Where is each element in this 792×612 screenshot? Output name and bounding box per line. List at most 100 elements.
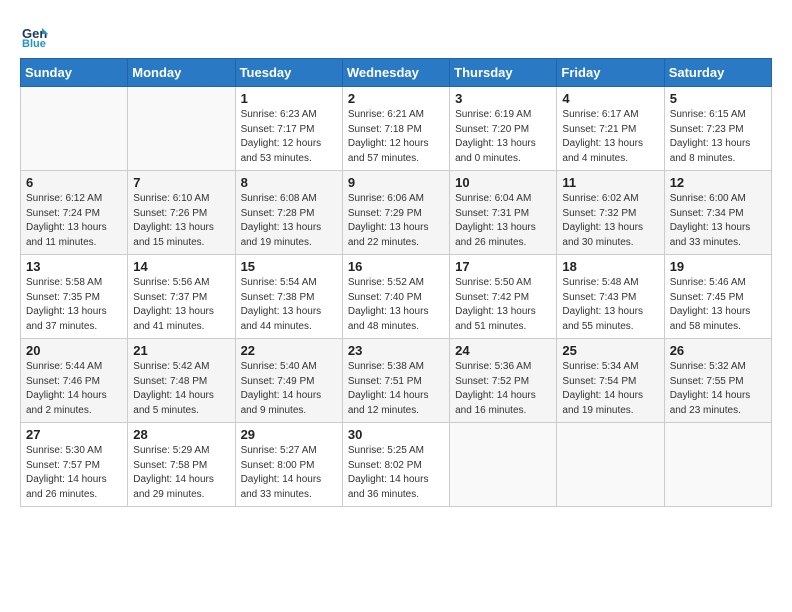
- day-info: Sunrise: 5:58 AM Sunset: 7:35 PM Dayligh…: [26, 276, 122, 334]
- day-number: 19: [670, 259, 766, 274]
- calendar-cell: 10 Sunrise: 6:04 AM Sunset: 7:31 PM Dayli…: [450, 171, 557, 255]
- day-info: Sunrise: 5:34 AM Sunset: 7:54 PM Dayligh…: [562, 360, 658, 418]
- weekday-header-saturday: Saturday: [664, 59, 771, 87]
- day-info: Sunrise: 5:46 AM Sunset: 7:45 PM Dayligh…: [670, 276, 766, 334]
- calendar-cell: 27 Sunrise: 5:30 AM Sunset: 7:57 PM Dayli…: [21, 423, 128, 507]
- calendar-table: SundayMondayTuesdayWednesdayThursdayFrid…: [20, 58, 772, 507]
- calendar-cell: 23 Sunrise: 5:38 AM Sunset: 7:51 PM Dayli…: [342, 339, 449, 423]
- calendar-cell: 30Sunrise: 5:25 AM Sunset: 8:02 PM Dayli…: [342, 423, 449, 507]
- day-info: Sunrise: 6:19 AM Sunset: 7:20 PM Dayligh…: [455, 108, 551, 166]
- day-number: 22: [241, 343, 337, 358]
- day-info: Sunrise: 6:02 AM Sunset: 7:32 PM Dayligh…: [562, 192, 658, 250]
- day-number: 6: [26, 175, 122, 190]
- day-number: 3: [455, 91, 551, 106]
- calendar-cell: [450, 423, 557, 507]
- calendar-cell: 12Sunrise: 6:00 AM Sunset: 7:34 PM Dayli…: [664, 171, 771, 255]
- day-info: Sunrise: 5:56 AM Sunset: 7:37 PM Dayligh…: [133, 276, 229, 334]
- weekday-header-monday: Monday: [128, 59, 235, 87]
- calendar-cell: 29Sunrise: 5:27 AM Sunset: 8:00 PM Dayli…: [235, 423, 342, 507]
- calendar-cell: 8Sunrise: 6:08 AM Sunset: 7:28 PM Daylig…: [235, 171, 342, 255]
- calendar-cell: 20Sunrise: 5:44 AM Sunset: 7:46 PM Dayli…: [21, 339, 128, 423]
- day-info: Sunrise: 6:08 AM Sunset: 7:28 PM Dayligh…: [241, 192, 337, 250]
- calendar-cell: 17 Sunrise: 5:50 AM Sunset: 7:42 PM Dayli…: [450, 255, 557, 339]
- day-info: Sunrise: 5:30 AM Sunset: 7:57 PM Dayligh…: [26, 444, 122, 502]
- calendar-cell: [664, 423, 771, 507]
- calendar-week-5: 27 Sunrise: 5:30 AM Sunset: 7:57 PM Dayli…: [21, 423, 772, 507]
- calendar-cell: 28 Sunrise: 5:29 AM Sunset: 7:58 PM Dayli…: [128, 423, 235, 507]
- calendar-cell: 5 Sunrise: 6:15 AM Sunset: 7:23 PM Daylig…: [664, 87, 771, 171]
- day-info: Sunrise: 5:54 AM Sunset: 7:38 PM Dayligh…: [241, 276, 337, 334]
- calendar-week-2: 6 Sunrise: 6:12 AM Sunset: 7:24 PM Daylig…: [21, 171, 772, 255]
- day-info: Sunrise: 6:17 AM Sunset: 7:21 PM Dayligh…: [562, 108, 658, 166]
- calendar-cell: 13 Sunrise: 5:58 AM Sunset: 7:35 PM Dayli…: [21, 255, 128, 339]
- day-info: Sunrise: 5:44 AM Sunset: 7:46 PM Dayligh…: [26, 360, 122, 418]
- day-number: 14: [133, 259, 229, 274]
- calendar-cell: 19 Sunrise: 5:46 AM Sunset: 7:45 PM Dayli…: [664, 255, 771, 339]
- page-header: General Blue: [20, 20, 772, 48]
- day-number: 1: [241, 91, 337, 106]
- day-number: 17: [455, 259, 551, 274]
- day-info: Sunrise: 5:50 AM Sunset: 7:42 PM Dayligh…: [455, 276, 551, 334]
- day-info: Sunrise: 5:38 AM Sunset: 7:51 PM Dayligh…: [348, 360, 444, 418]
- calendar-cell: [557, 423, 664, 507]
- logo-icon: General Blue: [20, 20, 48, 48]
- calendar-week-4: 20Sunrise: 5:44 AM Sunset: 7:46 PM Dayli…: [21, 339, 772, 423]
- day-number: 9: [348, 175, 444, 190]
- weekday-header-wednesday: Wednesday: [342, 59, 449, 87]
- calendar-cell: 6 Sunrise: 6:12 AM Sunset: 7:24 PM Daylig…: [21, 171, 128, 255]
- calendar-cell: 7 Sunrise: 6:10 AM Sunset: 7:26 PM Daylig…: [128, 171, 235, 255]
- calendar-cell: 9 Sunrise: 6:06 AM Sunset: 7:29 PM Daylig…: [342, 171, 449, 255]
- day-number: 23: [348, 343, 444, 358]
- day-info: Sunrise: 6:12 AM Sunset: 7:24 PM Dayligh…: [26, 192, 122, 250]
- calendar-cell: [128, 87, 235, 171]
- calendar-week-1: 1 Sunrise: 6:23 AM Sunset: 7:17 PM Daylig…: [21, 87, 772, 171]
- day-info: Sunrise: 6:15 AM Sunset: 7:23 PM Dayligh…: [670, 108, 766, 166]
- calendar-cell: 14 Sunrise: 5:56 AM Sunset: 7:37 PM Dayli…: [128, 255, 235, 339]
- svg-text:Blue: Blue: [22, 38, 46, 48]
- day-info: Sunrise: 5:52 AM Sunset: 7:40 PM Dayligh…: [348, 276, 444, 334]
- day-number: 18: [562, 259, 658, 274]
- calendar-cell: 4 Sunrise: 6:17 AM Sunset: 7:21 PM Daylig…: [557, 87, 664, 171]
- calendar-cell: 21Sunrise: 5:42 AM Sunset: 7:48 PM Dayli…: [128, 339, 235, 423]
- day-number: 7: [133, 175, 229, 190]
- day-info: Sunrise: 5:29 AM Sunset: 7:58 PM Dayligh…: [133, 444, 229, 502]
- logo: General Blue: [20, 20, 52, 48]
- weekday-header-sunday: Sunday: [21, 59, 128, 87]
- day-number: 28: [133, 427, 229, 442]
- calendar-cell: 26 Sunrise: 5:32 AM Sunset: 7:55 PM Dayli…: [664, 339, 771, 423]
- calendar-cell: 18 Sunrise: 5:48 AM Sunset: 7:43 PM Dayli…: [557, 255, 664, 339]
- day-info: Sunrise: 6:21 AM Sunset: 7:18 PM Dayligh…: [348, 108, 444, 166]
- calendar-cell: [21, 87, 128, 171]
- day-number: 16: [348, 259, 444, 274]
- calendar-cell: 11Sunrise: 6:02 AM Sunset: 7:32 PM Dayli…: [557, 171, 664, 255]
- day-info: Sunrise: 6:06 AM Sunset: 7:29 PM Dayligh…: [348, 192, 444, 250]
- day-number: 30: [348, 427, 444, 442]
- day-number: 5: [670, 91, 766, 106]
- day-info: Sunrise: 6:00 AM Sunset: 7:34 PM Dayligh…: [670, 192, 766, 250]
- calendar-cell: 22Sunrise: 5:40 AM Sunset: 7:49 PM Dayli…: [235, 339, 342, 423]
- day-info: Sunrise: 6:10 AM Sunset: 7:26 PM Dayligh…: [133, 192, 229, 250]
- day-info: Sunrise: 6:23 AM Sunset: 7:17 PM Dayligh…: [241, 108, 337, 166]
- weekday-header-friday: Friday: [557, 59, 664, 87]
- calendar-cell: 16 Sunrise: 5:52 AM Sunset: 7:40 PM Dayli…: [342, 255, 449, 339]
- calendar-cell: 2 Sunrise: 6:21 AM Sunset: 7:18 PM Daylig…: [342, 87, 449, 171]
- calendar-cell: 15 Sunrise: 5:54 AM Sunset: 7:38 PM Dayli…: [235, 255, 342, 339]
- day-info: Sunrise: 5:32 AM Sunset: 7:55 PM Dayligh…: [670, 360, 766, 418]
- day-number: 10: [455, 175, 551, 190]
- day-number: 2: [348, 91, 444, 106]
- day-number: 13: [26, 259, 122, 274]
- day-number: 4: [562, 91, 658, 106]
- day-number: 25: [562, 343, 658, 358]
- day-info: Sunrise: 5:48 AM Sunset: 7:43 PM Dayligh…: [562, 276, 658, 334]
- day-number: 21: [133, 343, 229, 358]
- weekday-header-row: SundayMondayTuesdayWednesdayThursdayFrid…: [21, 59, 772, 87]
- day-info: Sunrise: 5:27 AM Sunset: 8:00 PM Dayligh…: [241, 444, 337, 502]
- day-number: 15: [241, 259, 337, 274]
- weekday-header-tuesday: Tuesday: [235, 59, 342, 87]
- calendar-cell: 25 Sunrise: 5:34 AM Sunset: 7:54 PM Dayli…: [557, 339, 664, 423]
- calendar-cell: 3 Sunrise: 6:19 AM Sunset: 7:20 PM Daylig…: [450, 87, 557, 171]
- day-info: Sunrise: 6:04 AM Sunset: 7:31 PM Dayligh…: [455, 192, 551, 250]
- day-number: 26: [670, 343, 766, 358]
- calendar-week-3: 13 Sunrise: 5:58 AM Sunset: 7:35 PM Dayli…: [21, 255, 772, 339]
- day-number: 27: [26, 427, 122, 442]
